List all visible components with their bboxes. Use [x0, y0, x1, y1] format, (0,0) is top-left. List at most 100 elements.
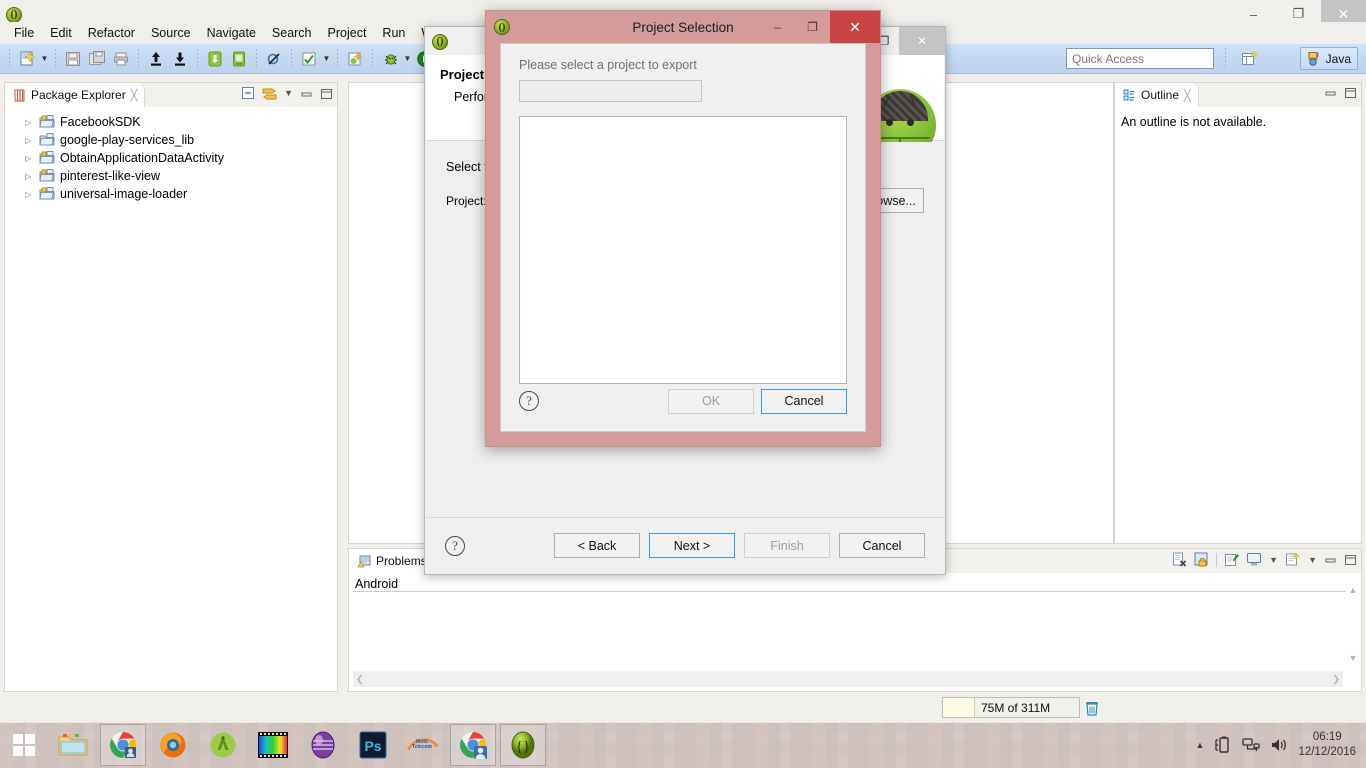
open-perspective-icon[interactable]	[1238, 47, 1262, 70]
taskbar-clock[interactable]: 06:19 12/12/2016	[1298, 730, 1356, 760]
dropdown-icon[interactable]: ▼	[1308, 555, 1317, 565]
menu-navigate[interactable]: Navigate	[199, 24, 264, 42]
volume-icon[interactable]	[1270, 736, 1288, 754]
menu-search[interactable]: Search	[264, 24, 320, 42]
menu-source[interactable]: Source	[143, 24, 199, 42]
battery-icon[interactable]	[1214, 736, 1232, 754]
export-icon[interactable]	[144, 47, 168, 71]
chrome-user-icon[interactable]	[450, 724, 496, 766]
scroll-up-arrow-icon[interactable]: ▲	[1349, 585, 1358, 595]
link-with-editor-icon[interactable]	[262, 86, 277, 100]
maximize-icon[interactable]	[320, 87, 333, 100]
android-studio-icon[interactable]	[200, 724, 246, 766]
psel-minimize-button[interactable]: –	[760, 11, 795, 43]
help-icon[interactable]: ?	[519, 391, 539, 411]
tree-item-facebooksdk[interactable]: ▷ FacebookSDK	[11, 113, 337, 131]
tree-item-obtainapplicationdataactivity[interactable]: ▷ ObtainApplicationDataActivity	[11, 149, 337, 167]
next-button[interactable]: Next >	[649, 533, 735, 558]
media-gradient-icon[interactable]	[250, 724, 296, 766]
help-icon[interactable]: ?	[445, 535, 465, 556]
minimize-icon[interactable]	[1324, 553, 1337, 566]
new-wizard-dropdown-icon[interactable]: ▼	[39, 47, 50, 71]
remove-icon[interactable]	[1172, 552, 1187, 567]
tab-package-explorer[interactable]: Package Explorer ╳	[5, 83, 146, 107]
menu-edit[interactable]: Edit	[42, 24, 80, 42]
check-dropdown-icon[interactable]: ▼	[321, 47, 332, 71]
network-icon[interactable]	[1242, 736, 1261, 754]
toolbar-separator	[372, 48, 373, 69]
import-icon[interactable]	[168, 47, 192, 71]
maximize-icon[interactable]	[1344, 86, 1357, 99]
save-icon[interactable]	[61, 47, 85, 71]
collapse-all-icon[interactable]	[241, 86, 255, 100]
edit-icon[interactable]	[1224, 552, 1240, 567]
skip-breakpoints-icon[interactable]	[262, 47, 286, 71]
debug-dropdown-icon[interactable]: ▼	[402, 47, 413, 71]
cancel-button[interactable]: Cancel	[761, 388, 847, 414]
new-android-project-icon[interactable]	[343, 47, 367, 71]
back-button[interactable]: < Back	[554, 533, 640, 558]
psel-close-button[interactable]: ✕	[830, 11, 880, 43]
debug-icon[interactable]	[378, 47, 402, 71]
menu-refactor[interactable]: Refactor	[80, 24, 143, 42]
problems-vertical-scrollbar[interactable]: ▲ ▼	[1346, 583, 1360, 665]
minimize-icon[interactable]	[1324, 86, 1337, 99]
windows-start-icon[interactable]	[0, 722, 48, 768]
cancel-button[interactable]: Cancel	[839, 533, 925, 558]
expand-arrow-icon[interactable]: ▷	[25, 190, 34, 199]
maximize-icon[interactable]	[1344, 553, 1357, 566]
tree-item-google-play-services-lib[interactable]: ▷ google-play-services_lib	[11, 131, 337, 149]
heap-status-text: 75M of 311M	[981, 700, 1051, 715]
heap-status-widget[interactable]: 75M of 311M	[942, 697, 1080, 718]
package-explorer-toolbar: ▼	[241, 86, 333, 100]
expand-arrow-icon[interactable]: ▷	[25, 172, 34, 181]
perspective-java-button[interactable]: J Java	[1299, 47, 1358, 70]
quick-access-input[interactable]	[1066, 48, 1214, 69]
tree-item-pinterest-like-view[interactable]: ▷ pinterest-like-view	[11, 167, 337, 185]
menu-project[interactable]: Project	[320, 24, 375, 42]
google-chrome-icon[interactable]	[100, 724, 146, 766]
tab-outline[interactable]: Outline ╳	[1115, 83, 1199, 107]
view-menu-icon[interactable]: ▼	[284, 88, 293, 98]
scroll-down-arrow-icon[interactable]: ▼	[1349, 653, 1358, 663]
wizard-footer-buttons: < Back Next > Finish Cancel	[554, 533, 925, 558]
project-filter-input[interactable]	[519, 80, 702, 102]
problems-horizontal-scrollbar[interactable]: ❮ ❯	[353, 671, 1343, 687]
minimize-icon[interactable]	[300, 87, 313, 100]
android-avd-manager-icon[interactable]	[227, 47, 251, 71]
eclipse-adt-icon[interactable]: {}	[500, 724, 546, 766]
clock-time: 06:19	[1312, 731, 1342, 743]
expand-arrow-icon[interactable]: ▷	[25, 154, 34, 163]
android-sdk-manager-icon[interactable]	[203, 47, 227, 71]
tree-item-label: universal-image-loader	[60, 187, 188, 201]
purple-oval-app-icon[interactable]	[300, 724, 346, 766]
new-wizard-icon[interactable]	[15, 47, 39, 71]
new-icon[interactable]	[1285, 552, 1301, 567]
mobi-telecom-icon[interactable]: Mobi Telecom	[400, 724, 446, 766]
expand-arrow-icon[interactable]: ▷	[25, 136, 34, 145]
menu-file[interactable]: File	[6, 24, 42, 42]
tree-item-universal-image-loader[interactable]: ▷ universal-image-loader	[11, 185, 337, 203]
check-icon[interactable]	[297, 47, 321, 71]
close-icon[interactable]: ╳	[131, 89, 138, 102]
wizard-close-button[interactable]: ✕	[899, 27, 945, 55]
expand-arrow-icon[interactable]: ▷	[25, 118, 34, 127]
package-explorer-tree: ▷ FacebookSDK ▷ google-play-services_lib…	[5, 107, 337, 203]
project-list[interactable]	[519, 116, 847, 384]
scroll-left-arrow-icon[interactable]: ❮	[356, 674, 364, 685]
trash-icon[interactable]	[1084, 700, 1100, 717]
print-icon[interactable]	[109, 47, 133, 71]
dropdown-icon[interactable]: ▼	[1269, 555, 1278, 565]
show-hidden-icons-icon[interactable]: ▲	[1196, 740, 1205, 750]
save-all-icon[interactable]	[85, 47, 109, 71]
psel-restore-button[interactable]: ❐	[795, 11, 830, 43]
menu-run[interactable]: Run	[374, 24, 413, 42]
file-explorer-icon[interactable]	[50, 724, 96, 766]
tab-problems[interactable]: Problems	[349, 549, 435, 573]
display-icon[interactable]	[1246, 552, 1262, 567]
firefox-icon[interactable]	[150, 724, 196, 766]
scroll-right-arrow-icon[interactable]: ❯	[1332, 674, 1340, 685]
lock-icon[interactable]	[1194, 552, 1209, 567]
photoshop-icon[interactable]: Ps	[350, 724, 396, 766]
close-icon[interactable]: ╳	[1184, 89, 1191, 102]
